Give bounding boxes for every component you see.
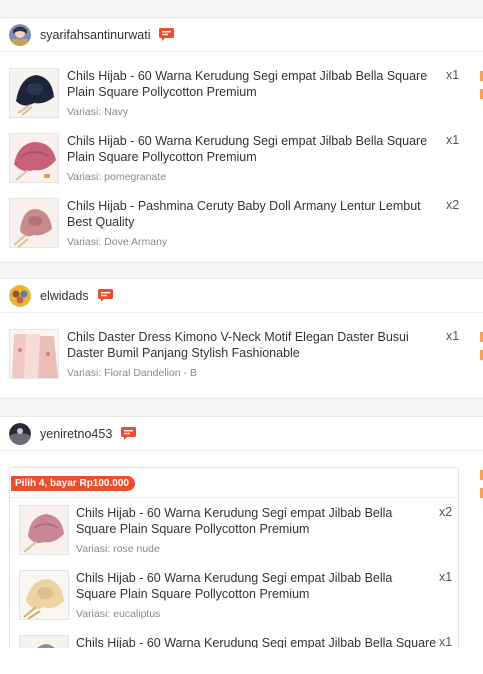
order-item[interactable]: Chils Hijab - Pashmina Ceruty Baby Doll … bbox=[0, 198, 483, 262]
product-image bbox=[10, 69, 58, 117]
product-thumbnail[interactable] bbox=[9, 133, 59, 183]
product-quantity: x1 bbox=[446, 68, 460, 82]
divider bbox=[10, 497, 458, 498]
shop-section-elwidads: elwidads Chils Daster Dress Kimono V-Nec… bbox=[0, 278, 483, 399]
order-item[interactable]: Chils Daster Dress Kimono V-Neck Motif E… bbox=[0, 329, 483, 393]
shop-section-yeniretno453: yeniretno453 Pilih 4, bayar Rp100.000 Ch… bbox=[0, 416, 483, 658]
product-thumbnail[interactable] bbox=[9, 68, 59, 118]
product-title[interactable]: Chils Daster Dress Kimono V-Neck Motif E… bbox=[67, 329, 443, 361]
product-image bbox=[20, 571, 68, 619]
page-bottom bbox=[0, 648, 483, 674]
product-quantity: x1 bbox=[446, 329, 460, 343]
product-quantity: x1 bbox=[446, 133, 460, 147]
product-quantity: x1 bbox=[439, 635, 453, 649]
product-thumbnail[interactable] bbox=[19, 505, 69, 555]
shop-name[interactable]: elwidads bbox=[40, 289, 89, 303]
product-variant: Variasi: pomegranate bbox=[67, 171, 167, 183]
bundle-promo-tag[interactable]: Pilih 4, bayar Rp100.000 bbox=[11, 476, 135, 491]
shop-header[interactable]: yeniretno453 bbox=[0, 417, 483, 451]
product-image bbox=[10, 199, 58, 247]
product-title[interactable]: Chils Hijab - 60 Warna Kerudung Segi emp… bbox=[76, 505, 436, 537]
shop-avatar[interactable] bbox=[9, 284, 31, 307]
chat-bubble-icon[interactable] bbox=[121, 427, 137, 440]
product-variant: Variasi: Dove Armany bbox=[67, 236, 168, 248]
product-variant: Variasi: Floral Dandelion - B bbox=[67, 367, 197, 379]
product-image bbox=[10, 330, 58, 378]
shop-avatar[interactable] bbox=[9, 23, 31, 46]
shop-header[interactable]: elwidads bbox=[0, 279, 483, 313]
order-item[interactable]: Chils Hijab - 60 Warna Kerudung Segi emp… bbox=[0, 133, 483, 197]
chat-bubble-icon[interactable] bbox=[159, 28, 175, 41]
product-title[interactable]: Chils Hijab - 60 Warna Kerudung Segi emp… bbox=[67, 68, 443, 100]
product-image bbox=[10, 134, 58, 182]
product-title[interactable]: Chils Hijab - 60 Warna Kerudung Segi emp… bbox=[76, 570, 436, 602]
shop-section-syarifahsantinurwati: syarifahsantinurwati Chils Hijab - 60 Wa… bbox=[0, 17, 483, 263]
product-title[interactable]: Chils Hijab - 60 Warna Kerudung Segi emp… bbox=[67, 133, 443, 165]
chat-bubble-icon[interactable] bbox=[97, 289, 113, 302]
product-variant: Variasi: eucaliptus bbox=[76, 608, 161, 620]
product-quantity: x1 bbox=[439, 570, 453, 584]
order-item[interactable]: Chils Hijab - 60 Warna Kerudung Segi emp… bbox=[0, 68, 483, 132]
shop-header[interactable]: syarifahsantinurwati bbox=[0, 18, 483, 52]
product-thumbnail[interactable] bbox=[19, 570, 69, 620]
product-title[interactable]: Chils Hijab - Pashmina Ceruty Baby Doll … bbox=[67, 198, 443, 230]
product-thumbnail[interactable] bbox=[9, 198, 59, 248]
bundle-promo-box: Pilih 4, bayar Rp100.000 Chils Hijab - 6… bbox=[9, 467, 459, 658]
product-variant: Variasi: rose nude bbox=[76, 543, 160, 555]
shop-avatar[interactable] bbox=[9, 422, 31, 445]
shop-name[interactable]: syarifahsantinurwati bbox=[40, 28, 150, 42]
product-image bbox=[20, 506, 68, 554]
product-quantity: x2 bbox=[439, 505, 453, 519]
order-item[interactable]: Chils Hijab - 60 Warna Kerudung Segi emp… bbox=[10, 505, 458, 569]
product-variant: Variasi: Navy bbox=[67, 106, 129, 118]
product-thumbnail[interactable] bbox=[9, 329, 59, 379]
order-item[interactable]: Chils Hijab - 60 Warna Kerudung Segi emp… bbox=[10, 570, 458, 634]
product-quantity: x2 bbox=[446, 198, 460, 212]
shop-name[interactable]: yeniretno453 bbox=[40, 427, 112, 441]
